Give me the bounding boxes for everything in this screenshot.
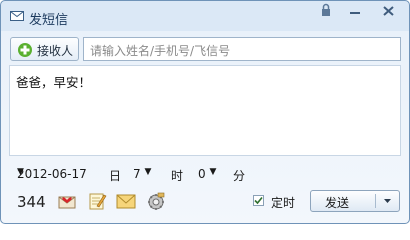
envelope-icon [10,11,24,21]
close-button[interactable] [371,1,407,21]
lock-icon[interactable] [313,1,339,21]
chevron-down-icon[interactable] [376,191,399,211]
chevron-down-icon: ▼ [144,167,152,177]
bottom-toolbar: 344 定时 发送 [17,189,401,215]
send-button-label: 发送 [325,196,350,210]
send-sms-window: 发短信 接收人 请输入姓名/手机号/飞信号 爸爸，早安！ 2012-06-17 [0,0,410,224]
hour-select[interactable]: 7 ▼ [133,167,151,181]
recipient-input[interactable]: 请输入姓名/手机号/飞信号 [83,37,401,61]
message-textarea[interactable]: 爸爸，早安！ [9,65,401,156]
date-value: 2012-06-17 [17,167,87,181]
recipient-placeholder: 请输入姓名/手机号/飞信号 [90,44,231,58]
settings-gear-icon[interactable] [146,191,166,211]
notepad-icon[interactable] [87,191,107,211]
minute-value: 0 [198,167,206,181]
plus-icon [18,43,32,57]
chevron-down-icon: ▼ [17,167,24,177]
recipient-button[interactable]: 接收人 [10,37,79,61]
timer-label: 定时 [271,196,296,210]
timer-checkbox[interactable] [253,195,264,206]
title-bar: 发短信 [1,1,409,31]
message-text: 爸爸，早安！ [16,75,92,90]
day-label: 日 [109,169,122,183]
char-count: 344 [17,193,46,211]
envelope-icon[interactable] [116,191,136,211]
minimize-button[interactable] [339,1,371,21]
heart-envelope-icon[interactable] [57,191,77,211]
recipient-button-label: 接收人 [37,44,74,58]
send-button[interactable]: 发送 [310,190,400,212]
recipient-row: 接收人 请输入姓名/手机号/飞信号 [10,37,401,63]
minute-select[interactable]: 0 ▼ [198,167,216,181]
hour-label: 时 [171,169,184,183]
window-title: 发短信 [29,13,69,28]
hour-value: 7 [133,167,141,181]
checkmark-icon [254,196,263,205]
minute-label: 分 [233,169,246,183]
chevron-down-icon: ▼ [209,167,217,177]
